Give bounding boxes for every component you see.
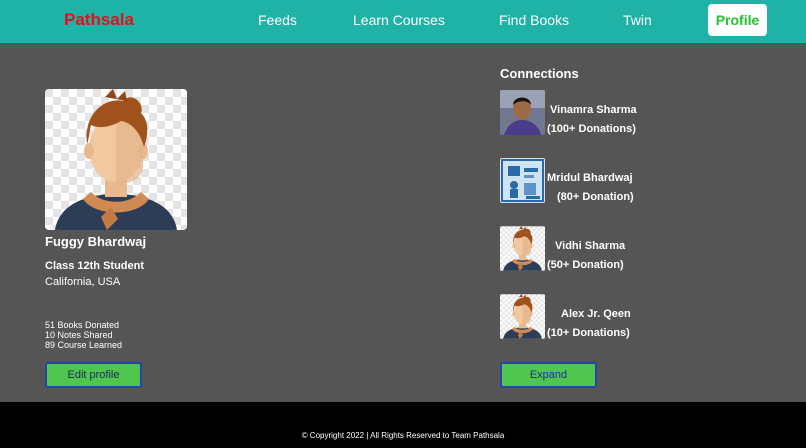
nav-learn-courses[interactable]: Learn Courses <box>353 12 445 28</box>
connection-donations: (50+ Donation) <box>547 259 624 271</box>
nav-profile-button[interactable]: Profile <box>708 4 767 36</box>
footer: © Copyright 2022 | All Rights Reserved t… <box>0 402 806 448</box>
profile-avatar <box>45 89 187 230</box>
connection-donations: (80+ Donation) <box>557 191 634 203</box>
connection-donations: (10+ Donations) <box>547 327 630 339</box>
connection-photo <box>500 226 545 271</box>
connections-title: Connections <box>500 66 579 81</box>
connection-photo <box>500 294 545 339</box>
connection-photo <box>500 90 545 135</box>
brand-logo[interactable]: Pathsala <box>64 10 134 30</box>
connection-photo <box>500 158 545 203</box>
person-avatar-icon <box>500 294 545 339</box>
connection-name: Alex Jr. Qeen <box>561 308 631 320</box>
stat-notes-shared: 10 Notes Shared <box>45 330 113 340</box>
connection-name: Vinamra Sharma <box>550 104 637 116</box>
copyright-text: © Copyright 2022 | All Rights Reserved t… <box>301 431 505 440</box>
person-photo-icon <box>500 90 545 135</box>
connection-item[interactable]: Vinamra Sharma (100+ Donations) <box>500 90 680 136</box>
edit-profile-button[interactable]: Edit profile <box>45 362 142 388</box>
connection-item[interactable]: Mridul Bhardwaj (80+ Donation) <box>500 158 680 204</box>
person-avatar-icon <box>45 89 187 230</box>
connection-item[interactable]: Alex Jr. Qeen (10+ Donations) <box>500 294 680 340</box>
profile-name: Fuggy Bhardwaj <box>45 234 147 249</box>
expand-button[interactable]: Expand <box>500 362 597 388</box>
person-avatar-icon <box>500 226 545 271</box>
stat-courses-learned: 89 Course Learned <box>45 340 123 350</box>
navbar: Pathsala Feeds Learn Courses Find Books … <box>0 0 806 43</box>
nav-feeds[interactable]: Feeds <box>258 12 297 28</box>
nav-twin[interactable]: Twin <box>623 12 652 28</box>
illustration-photo-icon <box>500 158 545 203</box>
profile-class: Class 12th Student <box>45 260 145 272</box>
connection-name: Mridul Bhardwaj <box>547 172 633 184</box>
nav-find-books[interactable]: Find Books <box>499 12 569 28</box>
connection-item[interactable]: Vidhi Sharma (50+ Donation) <box>500 226 680 272</box>
stat-books-donated: 51 Books Donated <box>45 320 120 330</box>
connection-name: Vidhi Sharma <box>555 240 626 252</box>
connection-donations: (100+ Donations) <box>547 123 636 135</box>
profile-location: California, USA <box>45 276 121 288</box>
